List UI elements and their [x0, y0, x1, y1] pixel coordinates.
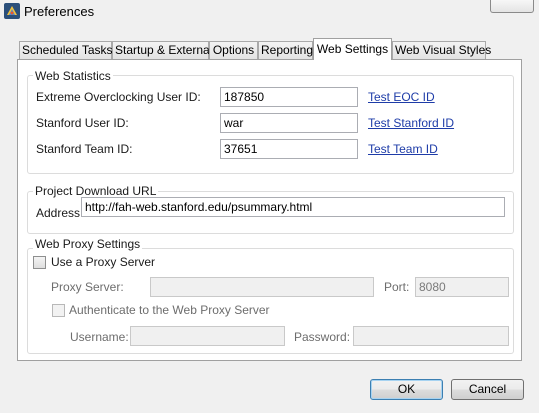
address-label: Address:	[36, 206, 84, 220]
address-field[interactable]: http://fah-web.stanford.edu/psummary.htm…	[81, 197, 505, 217]
password-label: Password:	[294, 330, 351, 344]
proxy-server-field[interactable]	[150, 277, 374, 297]
eoc-user-id-label: Extreme Overclocking User ID:	[36, 90, 201, 104]
authenticate-checkbox[interactable]	[52, 304, 65, 317]
stanford-user-id-label: Stanford User ID:	[36, 116, 129, 130]
web-statistics-legend: Web Statistics	[33, 69, 113, 83]
stanford-user-id-field[interactable]: war	[220, 113, 358, 133]
tab-web-visual-styles[interactable]: Web Visual Styles	[392, 41, 491, 59]
username-label: Username:	[70, 330, 129, 344]
eoc-user-id-field[interactable]: 187850	[220, 87, 358, 107]
title-bar: Preferences	[0, 0, 539, 26]
window-title: Preferences	[24, 4, 95, 19]
test-team-id-link[interactable]: Test Team ID	[368, 142, 438, 156]
web-proxy-legend: Web Proxy Settings	[33, 237, 143, 251]
tab-web-settings[interactable]: Web Settings	[313, 38, 392, 60]
port-field[interactable]: 8080	[415, 277, 509, 297]
tab-scheduled-tasks[interactable]: Scheduled Tasks	[19, 41, 113, 59]
folding-at-home-icon	[4, 3, 20, 19]
test-eoc-id-link[interactable]: Test EOC ID	[368, 90, 435, 104]
tab-reporting[interactable]: Reporting	[258, 41, 313, 59]
stanford-team-id-field[interactable]: 37651	[220, 139, 358, 159]
ok-button[interactable]: OK	[370, 379, 443, 400]
tab-startup-external[interactable]: Startup & External	[112, 41, 212, 59]
stanford-team-id-label: Stanford Team ID:	[36, 142, 133, 156]
web-settings-panel: Web Statistics Extreme Overclocking User…	[17, 59, 522, 361]
password-field[interactable]	[353, 326, 509, 346]
username-field[interactable]	[130, 326, 285, 346]
authenticate-label[interactable]: Authenticate to the Web Proxy Server	[69, 303, 270, 317]
port-label: Port:	[384, 280, 410, 294]
use-proxy-checkbox[interactable]	[33, 256, 46, 269]
cancel-button[interactable]: Cancel	[451, 379, 524, 400]
test-stanford-id-link[interactable]: Test Stanford ID	[368, 116, 454, 130]
use-proxy-label[interactable]: Use a Proxy Server	[51, 255, 155, 269]
project-download-legend: Project Download URL	[33, 184, 159, 198]
close-button[interactable]	[490, 0, 534, 13]
proxy-server-label: Proxy Server:	[51, 280, 124, 294]
preferences-dialog: Preferences Scheduled Tasks Startup & Ex…	[0, 0, 539, 413]
tab-options[interactable]: Options	[209, 41, 258, 59]
